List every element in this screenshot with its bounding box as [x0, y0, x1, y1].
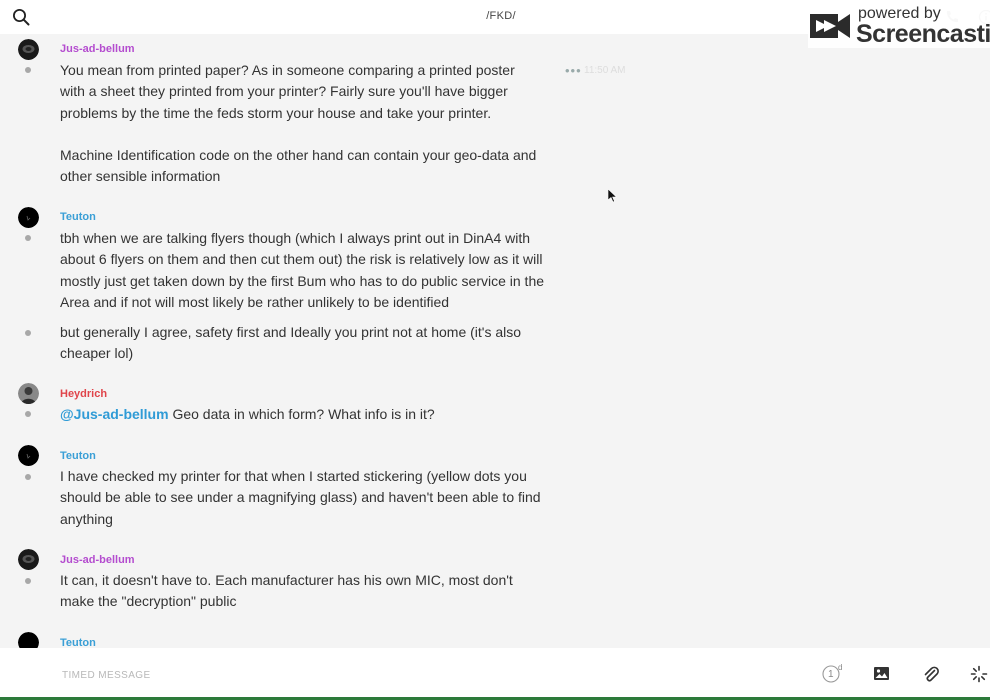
avatar[interactable]	[18, 207, 39, 228]
message-actions[interactable]: •••	[565, 63, 582, 78]
avatar[interactable]	[18, 383, 39, 404]
mouse-cursor-icon	[608, 189, 618, 203]
image-icon[interactable]	[873, 665, 890, 682]
message-text: You mean from printed paper? As in someo…	[60, 62, 515, 121]
message-text: tbh when we are talking flyers though (w…	[60, 230, 545, 310]
avatar[interactable]	[18, 445, 39, 466]
message-username[interactable]: Teuton	[60, 450, 96, 462]
message-text: Machine Identification code on the other…	[60, 147, 537, 185]
status-dot	[25, 411, 31, 417]
message-text: but generally I agree, safety first and …	[60, 324, 522, 362]
message-username[interactable]: Teuton	[60, 637, 96, 648]
message-text: I have checked my printer for that when …	[60, 468, 541, 527]
status-dot	[25, 67, 31, 73]
message-username[interactable]: Teuton	[60, 211, 96, 223]
message-input[interactable]	[60, 666, 664, 684]
message-username[interactable]: Jus-ad-bellum	[60, 554, 135, 566]
avatar[interactable]	[18, 549, 39, 570]
message-username[interactable]: Jus-ad-bellum	[60, 43, 135, 55]
message-list[interactable]: Jus-ad-bellum ••• 11:50 AM You mean from…	[0, 34, 990, 648]
message-text: @Jus-ad-bellum Geo data in which form? W…	[60, 404, 580, 425]
avatar[interactable]	[18, 632, 39, 648]
spinner-icon[interactable]	[970, 665, 988, 683]
message-text: It can, it doesn't have to. Each manufac…	[60, 572, 513, 610]
status-dot	[25, 578, 31, 584]
status-dot	[25, 474, 31, 480]
message-username[interactable]: Heydrich	[60, 388, 107, 400]
composer-bar	[0, 648, 990, 700]
status-dot	[25, 235, 31, 241]
paperclip-icon[interactable]	[922, 665, 940, 683]
mention-link[interactable]: @Jus-ad-bellum	[60, 406, 169, 422]
timer-unit: d	[838, 663, 843, 672]
message-timestamp: 11:50 AM	[584, 65, 626, 76]
avatar[interactable]	[18, 39, 39, 60]
timer-value: 1	[828, 669, 834, 680]
status-dot	[25, 330, 31, 336]
message-text-body: Geo data in which form? What info is in …	[168, 406, 435, 422]
